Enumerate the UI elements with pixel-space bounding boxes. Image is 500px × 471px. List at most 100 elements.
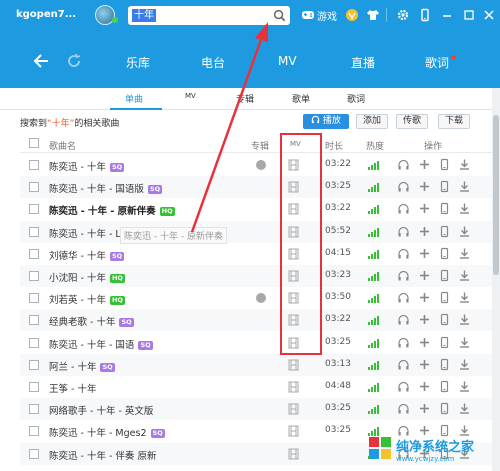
nav-live[interactable]: 直播	[351, 54, 375, 71]
row-checkbox[interactable]	[29, 160, 39, 170]
row-checkbox[interactable]	[29, 337, 39, 348]
mobile-phone-icon[interactable]	[418, 8, 432, 22]
search-query[interactable]: 十年	[132, 9, 156, 22]
send-to-phone-icon[interactable]	[438, 336, 451, 349]
download-icon[interactable]	[458, 180, 471, 193]
row-checkbox[interactable]	[29, 404, 39, 415]
row-checkbox[interactable]	[29, 315, 39, 326]
scrollbar-thumb[interactable]	[493, 115, 499, 275]
row-checkbox[interactable]	[29, 426, 39, 437]
add-to-list-icon[interactable]	[418, 291, 431, 304]
add-to-list-icon[interactable]	[418, 180, 431, 193]
send-to-phone-icon[interactable]	[438, 225, 451, 238]
send-to-phone-icon[interactable]	[438, 158, 451, 171]
send-to-phone-icon[interactable]	[438, 380, 451, 393]
song-title[interactable]: 刘德华 - 十年 SQ	[49, 248, 125, 262]
table-row[interactable]: 刘德华 - 十年 SQ 04:15	[20, 243, 492, 265]
song-title[interactable]: 陈奕迅 - 十年 - 国语 SQ	[49, 337, 153, 351]
minimize-icon[interactable]	[440, 8, 454, 22]
send-to-phone-icon[interactable]	[438, 291, 451, 304]
add-to-list-icon[interactable]	[418, 402, 431, 415]
song-title[interactable]: 陈奕迅 - 十年 - 原新伴奏 HQ	[49, 203, 175, 217]
add-to-list-icon[interactable]	[418, 380, 431, 393]
download-icon[interactable]	[458, 336, 471, 349]
row-checkbox[interactable]	[29, 382, 39, 392]
song-title[interactable]: 经典老歌 - 十年 SQ	[49, 314, 134, 328]
listen-headphones-icon[interactable]	[397, 313, 410, 326]
col-duration[interactable]: 时长	[325, 139, 343, 152]
listen-headphones-icon[interactable]	[397, 202, 410, 215]
listen-headphones-icon[interactable]	[397, 158, 410, 171]
add-button[interactable]: 添加	[356, 114, 388, 129]
download-icon[interactable]	[458, 380, 471, 393]
tab-albums[interactable]: 专辑	[236, 92, 254, 105]
play-all-button[interactable]: 播放	[303, 114, 349, 129]
download-icon[interactable]	[458, 291, 471, 304]
listen-headphones-icon[interactable]	[397, 269, 410, 282]
table-row[interactable]: 陈奕迅 - 十年 - 原新伴奏 HQ 03:22	[20, 198, 492, 220]
download-icon[interactable]	[458, 158, 471, 171]
download-icon[interactable]	[458, 358, 471, 371]
table-row[interactable]: 陈奕迅 - 十年 - 国语 SQ 03:25	[20, 332, 492, 354]
row-checkbox[interactable]	[29, 448, 39, 459]
tab-playlists[interactable]: 歌单	[292, 92, 310, 105]
album-disc-icon[interactable]	[256, 293, 266, 304]
add-to-list-icon[interactable]	[418, 336, 431, 349]
download-icon[interactable]	[458, 247, 471, 260]
song-title[interactable]: 陈奕迅 - 十年 - Mges2 SQ	[49, 425, 165, 439]
close-icon[interactable]	[482, 8, 496, 22]
col-album[interactable]: 专辑	[251, 139, 269, 152]
listen-headphones-icon[interactable]	[397, 180, 410, 193]
row-checkbox[interactable]	[29, 204, 39, 215]
row-checkbox[interactable]	[29, 248, 39, 259]
tab-songs[interactable]: 单曲	[125, 92, 143, 105]
download-icon[interactable]	[458, 269, 471, 282]
table-row[interactable]: 陈奕迅 - 十年 - 国语版 SQ 03:25	[20, 176, 492, 199]
listen-headphones-icon[interactable]	[397, 402, 410, 415]
search-input[interactable]: 十年	[128, 6, 290, 25]
send-to-phone-icon[interactable]	[438, 180, 451, 193]
song-title[interactable]: 陈奕迅 - 十年 - 国语版 SQ	[49, 181, 163, 195]
table-row[interactable]: 阿兰 - 十年 SQ 03:13	[20, 353, 492, 376]
back-arrow-icon[interactable]	[32, 52, 50, 70]
mv-film-icon[interactable]	[288, 448, 299, 460]
download-icon[interactable]	[458, 225, 471, 238]
song-title[interactable]: 陈奕迅 - 十年 - 伴奏 原新	[49, 448, 156, 462]
select-all-checkbox[interactable]	[29, 138, 39, 148]
row-checkbox[interactable]	[29, 359, 39, 370]
add-to-list-icon[interactable]	[418, 358, 431, 371]
table-row[interactable]: 刘若英 - 十年 HQ 03:50	[20, 287, 492, 309]
skin-shirt-icon[interactable]	[366, 8, 380, 22]
vip-icon[interactable]	[345, 8, 359, 22]
col-song[interactable]: 歌曲名	[49, 139, 76, 152]
upload-button[interactable]: 传歌	[396, 114, 428, 129]
add-to-list-icon[interactable]	[418, 247, 431, 260]
table-row[interactable]: 陈奕迅 - 十年 SQ 03:22	[20, 154, 492, 176]
song-title[interactable]: 陈奕迅 - 十年 SQ	[49, 159, 125, 173]
song-title[interactable]: 小沈阳 - 十年 HQ	[49, 270, 125, 284]
listen-headphones-icon[interactable]	[397, 380, 410, 393]
settings-gear-icon[interactable]	[396, 8, 410, 22]
tab-mv[interactable]: MV	[185, 92, 196, 100]
table-row[interactable]: 网络歌手 - 十年 - 英文版 03:25	[20, 398, 492, 421]
row-checkbox[interactable]	[29, 226, 39, 237]
send-to-phone-icon[interactable]	[438, 313, 451, 326]
mv-film-icon[interactable]	[288, 359, 299, 371]
download-icon[interactable]	[458, 202, 471, 215]
row-checkbox[interactable]	[29, 182, 39, 193]
listen-headphones-icon[interactable]	[397, 358, 410, 371]
nav-radio[interactable]: 电台	[201, 54, 225, 71]
row-checkbox[interactable]	[29, 293, 39, 304]
username[interactable]: kgopen7...	[16, 9, 76, 20]
maximize-icon[interactable]	[462, 8, 476, 22]
refresh-icon[interactable]	[66, 53, 82, 69]
table-row[interactable]: 陈奕迅 - 十年 - Live 05:52	[20, 220, 492, 243]
send-to-phone-icon[interactable]	[438, 247, 451, 260]
listen-headphones-icon[interactable]	[397, 247, 410, 260]
download-icon[interactable]	[458, 402, 471, 415]
send-to-phone-icon[interactable]	[438, 358, 451, 371]
add-to-list-icon[interactable]	[418, 313, 431, 326]
listen-headphones-icon[interactable]	[397, 336, 410, 349]
send-to-phone-icon[interactable]	[438, 202, 451, 215]
download-button[interactable]: 下载	[438, 114, 470, 129]
